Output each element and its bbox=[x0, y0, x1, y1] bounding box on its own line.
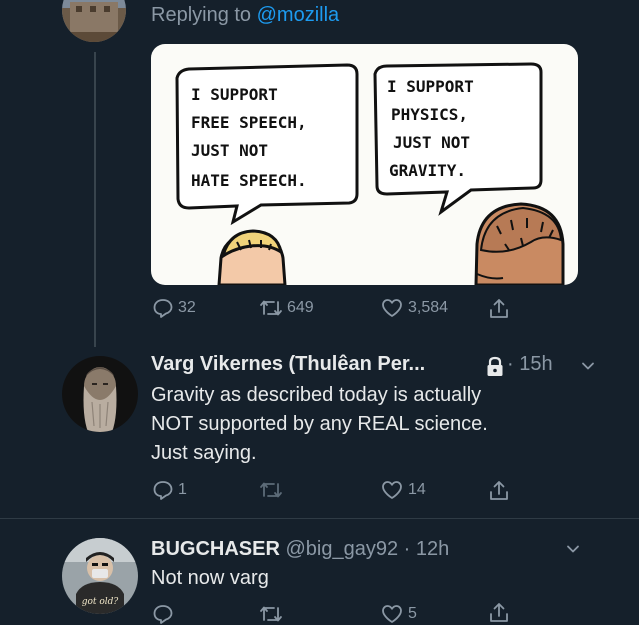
reply-icon bbox=[153, 299, 173, 318]
lock-icon bbox=[485, 356, 505, 383]
tweet3-text: Not now varg bbox=[151, 567, 269, 589]
tweet2-time[interactable]: · 15h bbox=[507, 353, 553, 376]
avatar-tweet1[interactable] bbox=[62, 0, 126, 42]
left-character-head bbox=[217, 229, 287, 285]
avatar-bugchaser[interactable]: got old? bbox=[62, 538, 138, 614]
tweet2-text-line3: Just saying. bbox=[151, 442, 257, 464]
retweet-icon bbox=[260, 300, 282, 316]
reply-count: 32 bbox=[178, 299, 196, 316]
author-name[interactable]: BUGCHASER bbox=[151, 538, 280, 560]
like-count: 3,584 bbox=[408, 299, 449, 316]
like-count: 5 bbox=[408, 605, 417, 622]
replying-to: Replying to @mozilla bbox=[151, 4, 339, 27]
share-button[interactable] bbox=[487, 601, 511, 625]
right-character-head bbox=[474, 202, 565, 285]
right-bubble-line1: I SUPPORT bbox=[387, 77, 474, 96]
retweet-button[interactable] bbox=[259, 603, 283, 625]
share-icon bbox=[490, 299, 508, 318]
like-icon bbox=[382, 481, 402, 499]
share-icon bbox=[490, 603, 508, 622]
tweet2-text: Gravity as described today is actually N… bbox=[151, 381, 488, 468]
author-name[interactable]: Varg Vikernes (Thulêan Per... bbox=[151, 353, 425, 375]
right-bubble-line4: GRAVITY. bbox=[389, 161, 466, 180]
tweet3-header: BUGCHASER @big_gay92 · 12h bbox=[151, 538, 449, 561]
tweet2-text-line2: NOT supported by any REAL science. bbox=[151, 413, 488, 435]
comic-image[interactable]: I SUPPORT FREE SPEECH, JUST NOT HATE SPE… bbox=[151, 44, 578, 285]
reply-count: 1 bbox=[178, 481, 187, 498]
share-icon bbox=[490, 481, 508, 500]
tweet-divider bbox=[0, 518, 639, 519]
like-button[interactable]: 5 bbox=[380, 603, 417, 625]
replying-handle-link[interactable]: @mozilla bbox=[257, 4, 340, 26]
reply-button[interactable]: 32 bbox=[152, 297, 196, 319]
tweet3-menu-button[interactable] bbox=[565, 541, 581, 562]
share-button[interactable] bbox=[487, 479, 511, 503]
like-icon bbox=[382, 605, 402, 623]
like-button[interactable]: 3,584 bbox=[380, 297, 448, 319]
retweet-button[interactable] bbox=[259, 479, 283, 501]
replying-prefix: Replying to bbox=[151, 4, 257, 26]
right-bubble-line2: PHYSICS, bbox=[391, 105, 468, 124]
like-icon bbox=[382, 299, 402, 317]
retweet-button[interactable]: 649 bbox=[259, 297, 314, 319]
avatar-shirt-text: got old? bbox=[82, 597, 119, 607]
author-handle-time[interactable]: @big_gay92 · 12h bbox=[285, 538, 449, 560]
retweet-icon bbox=[260, 482, 282, 498]
retweet-count: 649 bbox=[287, 299, 314, 316]
left-bubble-line4: HATE SPEECH. bbox=[191, 171, 307, 190]
like-count: 14 bbox=[408, 481, 426, 498]
reply-button[interactable]: 1 bbox=[152, 479, 187, 501]
left-bubble-line3: JUST NOT bbox=[191, 141, 268, 160]
avatar-varg[interactable] bbox=[62, 356, 138, 432]
tweet2-text-line1: Gravity as described today is actually bbox=[151, 384, 482, 406]
right-bubble-line3: JUST NOT bbox=[393, 133, 470, 152]
chevron-down-icon bbox=[582, 362, 594, 370]
reply-button[interactable] bbox=[152, 603, 174, 625]
retweet-icon bbox=[260, 606, 282, 622]
chevron-down-icon bbox=[567, 545, 579, 553]
left-bubble-line1: I SUPPORT bbox=[191, 85, 278, 104]
share-button[interactable] bbox=[487, 297, 511, 321]
tweet2-menu-button[interactable] bbox=[580, 358, 596, 379]
reply-icon bbox=[153, 481, 173, 500]
tweet2-header: Varg Vikernes (Thulêan Per... bbox=[151, 353, 425, 376]
thread-line bbox=[94, 52, 96, 347]
like-button[interactable]: 14 bbox=[380, 479, 426, 501]
left-bubble-line2: FREE SPEECH, bbox=[191, 113, 307, 132]
reply-icon bbox=[153, 605, 173, 624]
